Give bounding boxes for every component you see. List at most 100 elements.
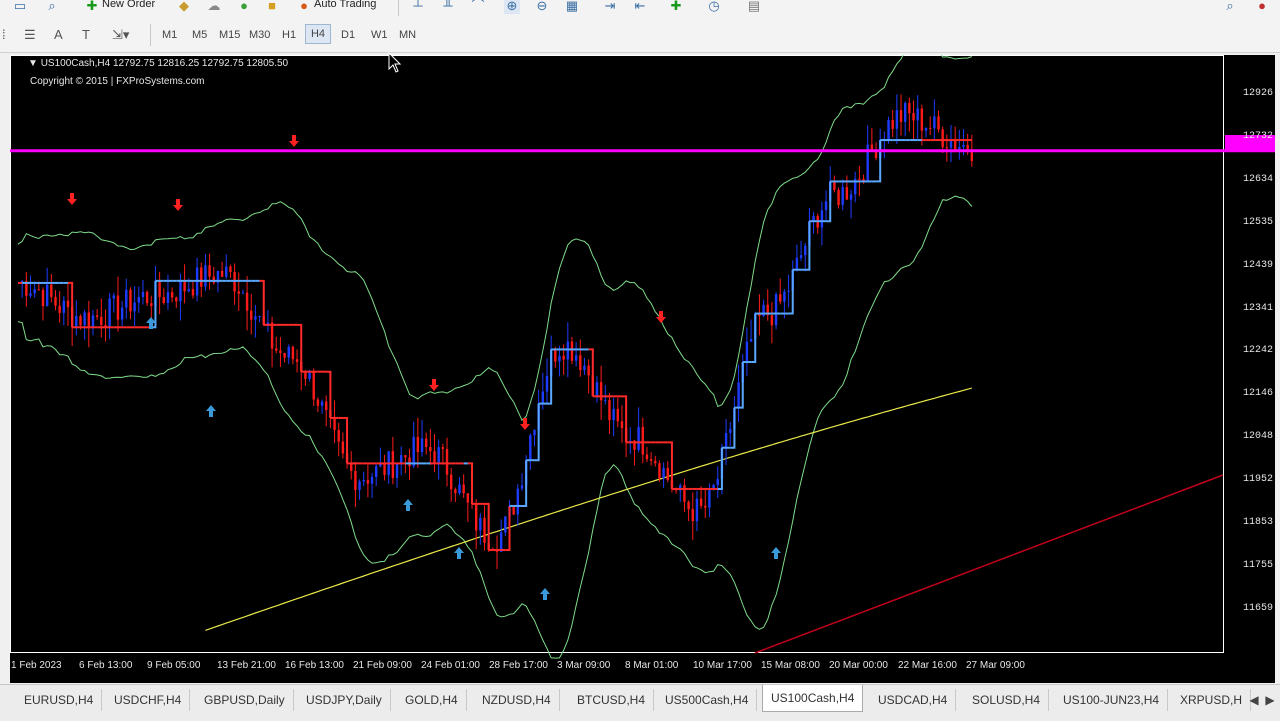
y-axis-tick-label: 12242.50 bbox=[1243, 345, 1280, 357]
moving-average-line bbox=[205, 387, 972, 631]
timeframe-m1[interactable]: M1 bbox=[159, 26, 180, 44]
candle-body bbox=[899, 110, 903, 122]
fibonacci-icon[interactable]: ☰ bbox=[24, 26, 36, 44]
timeframe-w1[interactable]: W1 bbox=[368, 26, 391, 44]
candle-body bbox=[608, 399, 611, 421]
autoscroll-icon[interactable]: ⇥ bbox=[602, 0, 618, 14]
candle-body bbox=[824, 201, 828, 211]
candle-body bbox=[933, 116, 936, 129]
trend-step-line bbox=[751, 313, 757, 364]
line-chart-icon[interactable]: ⌒ bbox=[470, 0, 486, 14]
candle-body bbox=[587, 365, 590, 376]
periods-icon[interactable]: ◷ bbox=[706, 0, 722, 14]
alert-icon[interactable]: ● bbox=[1254, 0, 1270, 14]
folder-icon[interactable]: ◆ bbox=[176, 0, 192, 14]
chart-tab[interactable]: GBPUSD,Daily bbox=[196, 689, 294, 711]
timeframe-mn[interactable]: MN bbox=[396, 26, 419, 44]
candle-body bbox=[158, 280, 161, 298]
candle-body bbox=[737, 382, 740, 408]
timeframe-h4[interactable]: H4 bbox=[305, 24, 331, 44]
auto-trading-button[interactable]: Auto Trading bbox=[314, 0, 376, 10]
chart-tab[interactable]: USDJPY,Daily bbox=[298, 689, 391, 711]
chart-tab[interactable]: EURUSD,H4 bbox=[16, 689, 103, 711]
top-toolbar: ▭ ⌕ ✚ New Order ◆ ☁ ● ■ ● Auto Trading ┴… bbox=[0, 0, 1280, 19]
chart-tab[interactable]: USDCHF,H4 bbox=[106, 689, 191, 711]
candle-body bbox=[970, 151, 974, 161]
timeframe-m30[interactable]: M30 bbox=[246, 26, 273, 44]
chart-tab[interactable]: USDCAD,H4 bbox=[870, 689, 957, 711]
candle-body bbox=[941, 129, 944, 148]
zoom-out-icon[interactable]: ⊖ bbox=[534, 0, 550, 14]
timeframe-h1[interactable]: H1 bbox=[279, 26, 299, 44]
candle-body bbox=[583, 365, 586, 371]
new-chart-icon[interactable]: ▭ bbox=[12, 0, 28, 14]
candle-body bbox=[833, 181, 836, 190]
candle-body bbox=[441, 447, 445, 449]
candle-body bbox=[41, 289, 45, 307]
candle-body bbox=[66, 300, 70, 308]
indicators-icon[interactable]: ✚ bbox=[668, 0, 684, 14]
tab-scroll-right-icon[interactable]: ▶ bbox=[1262, 689, 1278, 711]
candle-body bbox=[225, 266, 228, 277]
chart-tab[interactable]: US100-JUN23,H4 bbox=[1055, 689, 1169, 711]
tile-windows-icon[interactable]: ▦ bbox=[564, 0, 580, 14]
chart-tab[interactable]: US100Cash,H4 bbox=[762, 685, 864, 712]
chart-tab[interactable]: GOLD,H4 bbox=[397, 689, 467, 711]
timeframe-m5[interactable]: M5 bbox=[189, 26, 210, 44]
templates-icon[interactable]: ▤ bbox=[746, 0, 762, 14]
candle-body bbox=[783, 291, 786, 302]
candle-chart-icon[interactable]: ╨ bbox=[440, 0, 456, 14]
candle-body bbox=[687, 501, 690, 510]
x-axis-tick-label: 8 Mar 01:00 bbox=[625, 660, 679, 671]
text-label-icon[interactable]: T bbox=[82, 26, 90, 44]
chart-tab[interactable]: BTCUSD,H4 bbox=[569, 689, 655, 711]
chart-canvas[interactable] bbox=[10, 55, 1275, 683]
candle-body bbox=[133, 302, 136, 312]
chart-shift-icon[interactable]: ⇤ bbox=[632, 0, 648, 14]
tab-scroll-left-icon[interactable]: ◀ bbox=[1246, 689, 1262, 711]
candle-body bbox=[183, 280, 186, 292]
bar-chart-icon[interactable]: ┴ bbox=[410, 0, 426, 14]
candle-body bbox=[516, 488, 520, 515]
candle-body bbox=[141, 291, 145, 297]
x-axis-tick-label: 22 Mar 16:00 bbox=[898, 660, 957, 671]
market-icon[interactable]: ■ bbox=[264, 0, 280, 14]
chart-tab[interactable]: US500Cash,H4 bbox=[657, 689, 758, 711]
candle-body bbox=[291, 346, 295, 360]
candle-body bbox=[787, 290, 790, 292]
zoom-icon[interactable]: ⌕ bbox=[44, 0, 60, 14]
buy-arrow-icon bbox=[403, 499, 413, 511]
price-chart[interactable]: ▼ US100Cash,H4 12792.75 12816.25 12792.7… bbox=[10, 55, 1280, 683]
candle-body bbox=[350, 463, 353, 471]
collapse-arrow-icon[interactable]: ▼ bbox=[28, 58, 38, 69]
candle-body bbox=[29, 293, 32, 296]
candle-body bbox=[599, 382, 603, 401]
crosshair-icon[interactable]: ⁞ bbox=[2, 26, 6, 44]
y-axis-tick-label: 12341.10 bbox=[1243, 302, 1280, 314]
search-icon[interactable]: ⌕ bbox=[1222, 0, 1238, 14]
timeframe-m15[interactable]: M15 bbox=[216, 26, 243, 44]
chart-tab[interactable]: XRPUSD,H bbox=[1172, 689, 1252, 711]
new-order-button[interactable]: New Order bbox=[102, 0, 155, 10]
candle-body bbox=[200, 267, 203, 287]
candle-body bbox=[887, 120, 890, 141]
candle-body bbox=[616, 408, 619, 422]
candle-body bbox=[920, 108, 924, 131]
candle-body bbox=[125, 289, 128, 308]
candle-body bbox=[533, 429, 536, 436]
zoom-in-icon[interactable]: ⊕ bbox=[504, 0, 520, 14]
timeframe-d1[interactable]: D1 bbox=[338, 26, 358, 44]
cloud-icon[interactable]: ☁ bbox=[206, 0, 222, 14]
x-axis-tick-label: 15 Mar 08:00 bbox=[761, 660, 820, 671]
new-order-icon[interactable]: ✚ bbox=[84, 0, 100, 14]
auto-trading-icon[interactable]: ● bbox=[296, 0, 312, 14]
arrows-icon[interactable]: ⇲▾ bbox=[112, 26, 129, 44]
chart-tab[interactable]: NZDUSD,H4 bbox=[474, 689, 560, 711]
text-icon[interactable]: A bbox=[54, 26, 63, 44]
candle-body bbox=[770, 315, 774, 326]
signal-icon[interactable]: ● bbox=[236, 0, 252, 14]
candle-body bbox=[704, 505, 707, 508]
candle-body bbox=[837, 189, 840, 205]
y-axis-tick-label: 11853.90 bbox=[1243, 517, 1280, 528]
chart-tab[interactable]: SOLUSD,H4 bbox=[964, 689, 1050, 711]
